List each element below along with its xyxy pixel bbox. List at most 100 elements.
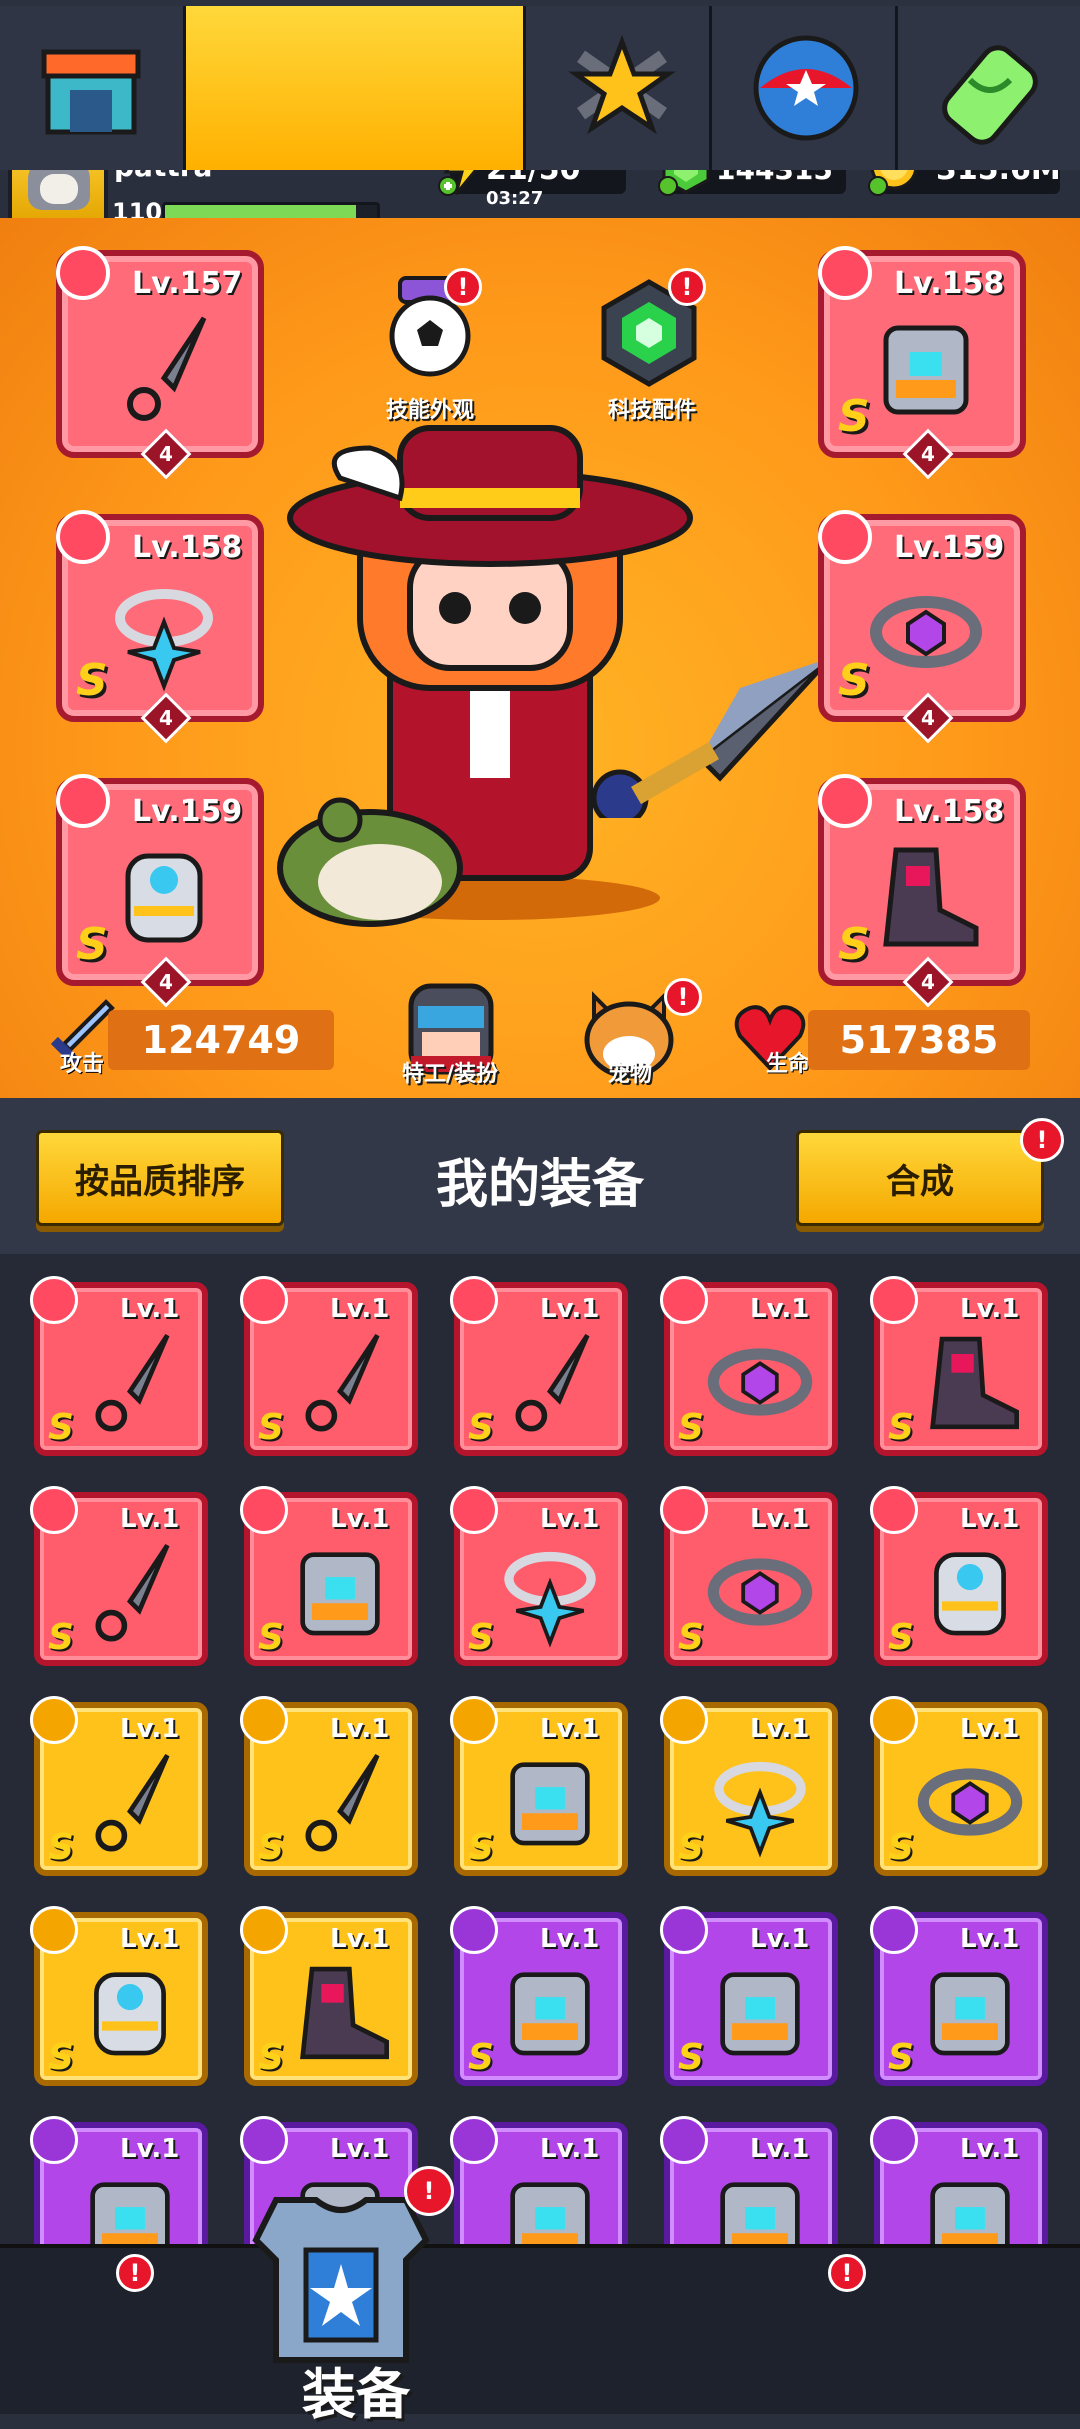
armor-item-icon [720, 2182, 800, 2244]
inventory-item-card[interactable]: Lv.1S [870, 1696, 1048, 1876]
equipped-belt-slot[interactable]: Lv.159 S 4 [818, 510, 1026, 744]
inventory-item-card[interactable]: Lv.1S [450, 2116, 628, 2244]
armor-item-icon [930, 1972, 1010, 2056]
equipped-gloves-slot[interactable]: Lv.159 S 4 [56, 774, 264, 1008]
rarity-grade: S [76, 655, 108, 706]
belt-item-icon [707, 1348, 813, 1416]
inventory-item-card[interactable]: Lv.1S [870, 1486, 1048, 1666]
armor-type-icon [660, 1906, 708, 1954]
weapon-type-icon [30, 1486, 78, 1534]
star-crossed-swords-icon [568, 34, 676, 135]
equipped-necklace-slot[interactable]: Lv.158 S 4 [56, 510, 264, 744]
inventory-item-card[interactable]: Lv.1S [30, 2116, 208, 2244]
necklace-type-icon [450, 1486, 498, 1534]
boots-item-icon [930, 1336, 1019, 1430]
item-level: Lv.1 [540, 1714, 600, 1744]
item-level: Lv.1 [750, 1924, 810, 1954]
belt-item-icon [917, 1768, 1023, 1836]
nav-equipment-tab[interactable] [186, 6, 526, 170]
item-level: Lv.1 [540, 1924, 600, 1954]
inventory-item-card[interactable]: Lv.1S [660, 1906, 838, 2086]
sort-by-quality-button[interactable]: 按品质排序 [36, 1130, 284, 1226]
equipped-level: Lv.158 [132, 530, 243, 565]
belt-type-icon [818, 510, 872, 564]
weapon-item-icon [127, 316, 207, 421]
inventory-item-card[interactable]: Lv.1S [30, 1906, 208, 2086]
item-level: Lv.1 [120, 1504, 180, 1534]
equipped-weapon-slot[interactable]: Lv.157 4 [56, 246, 264, 480]
belt-type-icon [660, 1486, 708, 1534]
rarity-grade: S [838, 919, 870, 970]
bottom-nav [0, 2244, 1080, 2414]
item-level: Lv.1 [120, 1714, 180, 1744]
inventory-item-card[interactable]: Lv.1S [870, 1906, 1048, 2086]
energy-timer: 03:27 [486, 188, 544, 209]
armor-type-icon [240, 1486, 288, 1534]
tech-parts-label: 科技配件 [607, 398, 696, 423]
rarity-grade: S [258, 1617, 284, 1658]
nav-talent-tab[interactable] [712, 6, 898, 170]
inventory-item-card[interactable]: Lv.1S [660, 1696, 838, 1876]
nav-battle-tab[interactable] [526, 6, 712, 170]
inventory-item-card[interactable]: Lv.1S [240, 1906, 418, 2086]
equipped-boots-slot[interactable]: Lv.158 S 4 [818, 774, 1026, 1008]
equipped-level: Lv.159 [132, 794, 243, 829]
inventory-item-card[interactable]: Lv.1S [240, 1276, 418, 1456]
inventory-item-card[interactable]: Lv.1S [30, 1276, 208, 1456]
weapon-type-icon [30, 1276, 78, 1324]
equipped-level: Lv.158 [894, 794, 1005, 829]
item-level: Lv.1 [540, 2134, 600, 2164]
star-count: 4 [921, 970, 935, 994]
equipped-level: Lv.157 [132, 266, 243, 301]
inventory-item-card[interactable]: Lv.1S [30, 1696, 208, 1876]
shop-alert: ! [116, 2254, 154, 2292]
rarity-grade: S [76, 919, 108, 970]
inventory-item-card[interactable]: Lv.1 S [450, 1906, 628, 2086]
inventory-item-card[interactable]: Lv.1S [240, 1486, 418, 1666]
talent-alert: ! [828, 2254, 866, 2292]
necklace-type-icon [56, 510, 110, 564]
weapon-type-icon [240, 1696, 288, 1744]
rarity-grade: S [468, 2037, 494, 2078]
gloves-type-icon [56, 774, 110, 828]
skill-skin-alert: ! [444, 268, 482, 306]
armor-item-icon [90, 2182, 170, 2244]
belt-item-icon [870, 596, 982, 668]
armor-type-icon [870, 1906, 918, 1954]
rarity-grade: S [838, 655, 870, 706]
attack-value: 124749 [108, 1010, 334, 1070]
inventory-item-card[interactable]: Lv.1S [660, 1486, 838, 1666]
inventory-item-card[interactable]: Lv.1S [450, 1696, 628, 1876]
inventory-item-card[interactable]: Lv.1S [660, 2116, 838, 2244]
inventory-item-card[interactable]: Lv.1S [870, 2116, 1048, 2244]
inventory-item-card[interactable]: Lv.1S [450, 1276, 628, 1456]
weapon-item-icon [305, 1334, 380, 1432]
nav-shop-tab[interactable] [0, 6, 186, 170]
weapon-item-icon [305, 1754, 380, 1852]
inventory-item-card[interactable]: Lv.1S [870, 1276, 1048, 1456]
item-level: Lv.1 [750, 1294, 810, 1324]
armor-type-icon [450, 1906, 498, 1954]
inventory-item-card[interactable]: Lv.1S [30, 1486, 208, 1666]
armor-item-icon [510, 1972, 590, 2056]
nav-lab-tab[interactable] [898, 6, 1080, 170]
item-level: Lv.1 [120, 2134, 180, 2164]
merge-button[interactable]: 合成 [796, 1130, 1044, 1226]
boots-type-icon [818, 774, 872, 828]
armor-item-icon [300, 1552, 380, 1636]
pet-label: 宠物 [607, 1062, 652, 1087]
rarity-grade: S [468, 1407, 494, 1448]
star-count: 4 [921, 442, 935, 466]
skill-skin-label: 技能外观 [385, 398, 474, 423]
inventory-item-card[interactable]: Lv.1S [240, 1696, 418, 1876]
inventory-item-card[interactable]: Lv.1S [450, 1486, 628, 1666]
item-level: Lv.1 [330, 2134, 390, 2164]
gloves-type-icon [870, 1486, 918, 1534]
equipped-armor-slot[interactable]: Lv.158 S 4 [818, 246, 1026, 480]
frog-pet[interactable] [270, 778, 470, 928]
attack-label: 攻击 [60, 1052, 105, 1077]
inventory-item-card[interactable]: Lv.1S [660, 1276, 838, 1456]
armor-type-icon [870, 2116, 918, 2164]
gloves-item-icon [125, 853, 203, 943]
armor-type-icon [450, 1696, 498, 1744]
